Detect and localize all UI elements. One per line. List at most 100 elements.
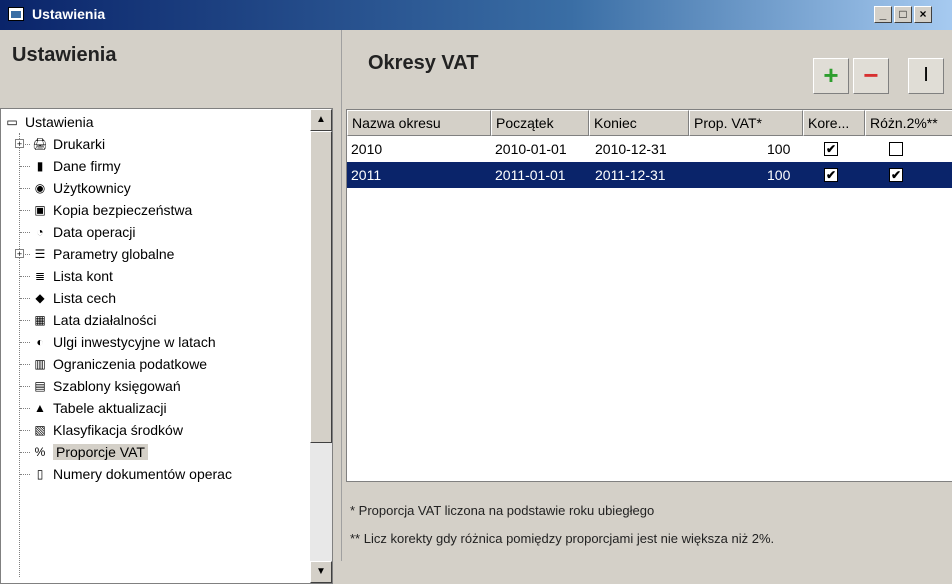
tree-item[interactable]: ☰ Parametry globalne — [31, 243, 175, 265]
tree-guide-line — [20, 386, 30, 387]
tree-guide-line — [20, 298, 30, 299]
printer-icon: 🖨 — [32, 137, 48, 151]
maximize-button[interactable]: □ — [894, 6, 912, 23]
tree-root-item[interactable]: ▭ Ustawienia — [3, 111, 93, 133]
tree-item-label: Numery dokumentów operac — [53, 466, 232, 482]
tree-item[interactable]: ▧ Klasyfikacja środków — [31, 419, 183, 441]
tree-guide-line — [20, 276, 30, 277]
scroll-up-button[interactable]: ▲ — [310, 109, 332, 131]
window-app-icon — [8, 7, 24, 21]
tree-item-label: Lista kont — [53, 268, 113, 284]
tree-item-label: Ograniczenia podatkowe — [53, 356, 208, 372]
panel-heading: Okresy VAT — [368, 52, 479, 74]
cell-name: 2011 — [351, 167, 382, 183]
settings-nav-panel: Ustawienia ▭ Ustawienia + 🖨 Drukarki ▮ Dane … — [0, 30, 341, 584]
tree-item[interactable]: ▦ Lata działalności — [31, 309, 157, 331]
cell-prop: 100 — [767, 167, 791, 183]
window-titlebar: Ustawienia _ □ × — [0, 0, 952, 30]
tax-limits-icon: ▥ — [34, 357, 46, 371]
tree-item[interactable]: ▤ Szablony księgowań — [31, 375, 181, 397]
scroll-down-button[interactable]: ▼ — [310, 561, 332, 583]
document-numbers-icon: ▯ — [36, 467, 44, 481]
tree-item[interactable]: 🖨 Drukarki — [31, 133, 105, 155]
tree-item-label: Data operacji — [53, 224, 136, 240]
posting-templates-icon: ▤ — [34, 379, 46, 393]
tree-item[interactable]: ▲ Tabele aktualizacji — [31, 397, 167, 419]
footnote-roznica: ** Licz korekty gdy różnica pomiędzy pro… — [350, 531, 775, 546]
tree-item[interactable]: ◔ Data operacji — [31, 221, 136, 243]
tree-item-label: Kopia bezpieczeństwa — [53, 202, 193, 218]
tree-item[interactable]: ◐ Ulgi inwestycyjne w latach — [31, 331, 215, 353]
tree-item[interactable]: ◆ Lista cech — [31, 287, 116, 309]
rozn-checkbox[interactable] — [889, 142, 903, 156]
calendar-years-icon: ▦ — [34, 313, 46, 327]
tags-list-icon: ◆ — [35, 291, 45, 305]
tree-item-label: Szablony księgowań — [53, 378, 181, 394]
table-header: Nazwa okresu Początek Koniec Prop. VAT* … — [347, 110, 952, 136]
operation-date-icon: ◔ — [36, 225, 44, 239]
tree-guide-line — [20, 232, 30, 233]
tree-root-label: Ustawienia — [25, 114, 94, 130]
cell-end: 2010-12-31 — [595, 141, 667, 157]
kore-checkbox[interactable]: ✔ — [824, 142, 838, 156]
close-button[interactable]: × — [914, 6, 932, 23]
global-params-icon: ☰ — [34, 247, 46, 261]
update-tables-icon: ▲ — [34, 401, 46, 415]
footnote-prop-vat: * Proporcja VAT liczona na podstawie rok… — [350, 503, 655, 518]
backup-icon: ▣ — [34, 203, 46, 217]
minimize-button[interactable]: _ — [874, 6, 892, 23]
column-header-rozn[interactable]: Różn.2%** — [865, 110, 952, 136]
tree-item[interactable]: ▯ Numery dokumentów operac — [31, 463, 232, 485]
company-data-icon: ▮ — [36, 159, 44, 173]
tree-guide-line — [20, 320, 30, 321]
tree-guide-line — [20, 210, 30, 211]
rozn-checkbox[interactable]: ✔ — [889, 168, 903, 182]
tree-guide-line — [20, 474, 30, 475]
column-header-kore[interactable]: Kore... — [803, 110, 865, 136]
tree-guide-line — [20, 166, 30, 167]
asset-classification-icon: ▧ — [34, 423, 46, 437]
window-title: Ustawienia — [32, 6, 106, 22]
expand-toggle[interactable]: + — [15, 249, 24, 259]
drive-icon: ▭ — [6, 115, 18, 129]
tree-item[interactable]: ▣ Kopia bezpieczeństwa — [31, 199, 192, 221]
kore-checkbox[interactable]: ✔ — [824, 168, 838, 182]
tree-item[interactable]: % Proporcje VAT — [31, 441, 148, 463]
tree-item-label: Lista cech — [53, 290, 117, 306]
nav-heading: Ustawienia — [12, 44, 117, 66]
edit-period-button[interactable]: I — [908, 58, 944, 94]
tree-item-label: Użytkownicy — [53, 180, 131, 196]
tree-guide-line — [20, 452, 30, 453]
tree-item[interactable]: ≣ Lista kont — [31, 265, 113, 287]
tree-item-label: Parametry globalne — [53, 246, 175, 262]
tree-item-label: Lata działalności — [53, 312, 157, 328]
tree-guide-line — [20, 430, 30, 431]
cell-end: 2011-12-31 — [595, 167, 666, 183]
column-header-end[interactable]: Koniec — [589, 110, 689, 136]
expand-toggle[interactable]: + — [15, 139, 24, 149]
cell-prop: 100 — [767, 141, 791, 157]
column-header-start[interactable]: Początek — [491, 110, 589, 136]
tree-guide-line — [20, 342, 30, 343]
accounts-list-icon: ≣ — [34, 269, 46, 283]
cell-start: 2010-01-01 — [495, 141, 567, 157]
cell-name: 2010 — [351, 141, 383, 157]
add-period-button[interactable]: + — [813, 58, 849, 94]
tree-item-label: Tabele aktualizacji — [53, 400, 167, 416]
table-row[interactable]: 2010 2010-01-01 2010-12-31 100 ✔ — [347, 136, 952, 162]
tree-guide-line — [20, 364, 30, 365]
tree-item-label: Drukarki — [53, 136, 106, 152]
tree-guide-line — [19, 133, 20, 577]
scroll-thumb[interactable] — [310, 131, 332, 443]
remove-period-button[interactable]: − — [853, 58, 889, 94]
settings-tree: ▭ Ustawienia + 🖨 Drukarki ▮ Dane firmy ◉ Użytk… — [0, 108, 333, 584]
tree-item[interactable]: ▮ Dane firmy — [31, 155, 121, 177]
cell-start: 2011-01-01 — [495, 167, 566, 183]
column-header-prop-vat[interactable]: Prop. VAT* — [689, 110, 803, 136]
tree-item[interactable]: ▥ Ograniczenia podatkowe — [31, 353, 207, 375]
table-row-selected[interactable]: 2011 2011-01-01 2011-12-31 100 ✔ ✔ — [347, 162, 952, 188]
tree-item[interactable]: ◉ Użytkownicy — [31, 177, 131, 199]
column-header-name[interactable]: Nazwa okresu — [347, 110, 491, 136]
tree-scrollbar[interactable]: ▲ ▼ — [310, 109, 332, 583]
tree-item-label: Klasyfikacja środków — [53, 422, 183, 438]
